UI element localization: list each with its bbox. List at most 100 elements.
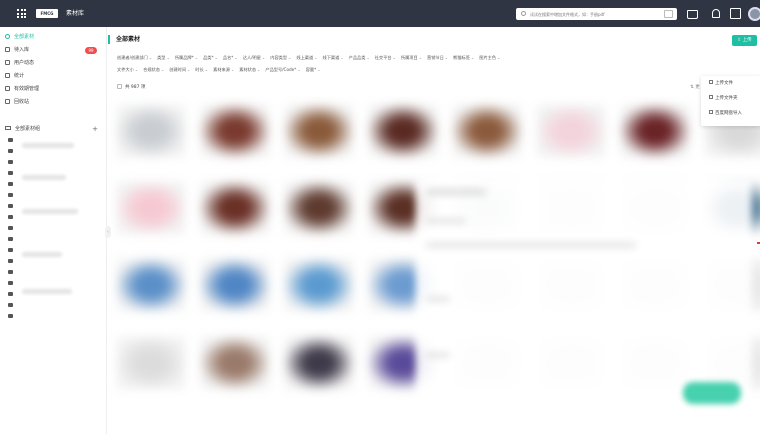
sidebar-item-pending[interactable]: 待入库 99 bbox=[5, 45, 101, 56]
search-input[interactable] bbox=[530, 10, 656, 18]
sort-toggle[interactable]: ⇅ 更 bbox=[690, 83, 700, 93]
search-box[interactable] bbox=[516, 8, 677, 20]
blurred-confirm-button bbox=[683, 382, 741, 404]
upload-menu-label: 上传文件 bbox=[715, 81, 733, 86]
chevron-down-icon: ⌄ bbox=[392, 55, 396, 60]
tree-item[interactable] bbox=[8, 236, 78, 244]
panel-line bbox=[426, 243, 636, 247]
add-library-button[interactable]: + bbox=[92, 124, 98, 134]
filter-dropdown[interactable]: 社交平台⌄ bbox=[375, 52, 396, 64]
filter-label: 熊猫标签 bbox=[453, 55, 470, 60]
sidebar-item-label: 全部素材 bbox=[14, 34, 35, 40]
upload-file-item[interactable]: 上传文件 bbox=[709, 79, 733, 89]
asset-thumbnail[interactable] bbox=[537, 105, 605, 157]
filter-label: 产品品类 bbox=[348, 55, 366, 60]
filter-dropdown[interactable]: 创建者/创建部门⌄ bbox=[117, 52, 152, 64]
image-search-icon[interactable] bbox=[664, 10, 673, 18]
filter-dropdown[interactable]: 品名*⌄ bbox=[223, 52, 238, 64]
asset-thumbnail[interactable] bbox=[285, 337, 353, 389]
tree-item[interactable] bbox=[8, 269, 78, 277]
filter-dropdown[interactable]: 达人/明星⌄ bbox=[243, 52, 266, 64]
asset-thumbnail[interactable] bbox=[453, 105, 521, 157]
sidebar-item-all-assets[interactable]: 全部素材 bbox=[5, 32, 101, 43]
select-all-checkbox[interactable] bbox=[117, 84, 122, 89]
folder-icon bbox=[8, 226, 13, 230]
filter-dropdown[interactable]: 内容类型⌄ bbox=[270, 52, 291, 64]
filter-dropdown[interactable]: 图片主色⌄ bbox=[479, 52, 500, 64]
chevron-down-icon: ⌄ bbox=[497, 55, 501, 60]
library-label: 全部素材组 bbox=[15, 126, 41, 132]
filter-dropdown[interactable]: 熊猫标签⌄ bbox=[453, 52, 474, 64]
search-icon bbox=[521, 11, 526, 16]
asset-thumbnail[interactable] bbox=[117, 259, 185, 311]
sidebar-item-activity[interactable]: 用户动态 bbox=[5, 58, 101, 69]
filter-dropdown[interactable]: 营销节日⌄ bbox=[427, 52, 448, 64]
upload-button[interactable]: ⇧ 上传 bbox=[732, 35, 757, 46]
asset-thumbnail[interactable] bbox=[117, 105, 185, 157]
filter-dropdown[interactable]: 产品型号/Code*⌄ bbox=[265, 64, 300, 76]
filter-dropdown[interactable]: 产品品类⌄ bbox=[349, 52, 370, 64]
filter-dropdown[interactable]: 容量*⌄ bbox=[306, 64, 321, 76]
folder-icon bbox=[8, 138, 13, 142]
chevron-down-icon: ⌄ bbox=[230, 67, 235, 72]
app-logo: FMCG bbox=[36, 9, 58, 18]
filter-dropdown[interactable]: 时长⌄ bbox=[195, 64, 208, 76]
filter-dropdown[interactable]: 所属品牌*⌄ bbox=[175, 52, 198, 64]
upload-menu-label: 上传文件夹 bbox=[715, 96, 738, 101]
chevron-down-icon: ⌄ bbox=[194, 55, 199, 60]
upload-button-label: 上传 bbox=[742, 38, 752, 43]
asset-thumbnail[interactable] bbox=[201, 337, 269, 389]
tree-item[interactable] bbox=[8, 181, 78, 189]
avatar[interactable] bbox=[748, 7, 760, 21]
filter-dropdown[interactable]: 类型⌄ bbox=[157, 52, 170, 64]
tree-item[interactable] bbox=[8, 302, 78, 310]
tree-item[interactable] bbox=[8, 192, 78, 200]
asset-thumbnail[interactable] bbox=[285, 182, 353, 234]
asset-thumbnail[interactable] bbox=[201, 259, 269, 311]
filter-dropdown[interactable]: 素材来源⌄ bbox=[213, 64, 234, 76]
asset-thumbnail[interactable] bbox=[117, 337, 185, 389]
filter-dropdown[interactable]: 线上渠道⌄ bbox=[296, 52, 317, 64]
chevron-down-icon: ⌄ bbox=[160, 67, 165, 72]
filter-dropdown[interactable]: 所属项目⌄ bbox=[401, 52, 422, 64]
asset-thumbnail[interactable] bbox=[285, 105, 353, 157]
filter-dropdown[interactable]: 线下渠道⌄ bbox=[323, 52, 344, 64]
sidebar-item-trash[interactable]: 回收站 bbox=[5, 97, 101, 108]
tree-item[interactable] bbox=[8, 159, 78, 167]
panel-line bbox=[426, 297, 450, 301]
upload-folder-item[interactable]: 上传文件夹 bbox=[709, 94, 738, 104]
sidebar-item-expiry[interactable]: 有效期管理 bbox=[5, 84, 101, 95]
tree-item[interactable] bbox=[8, 313, 78, 321]
tree-item[interactable] bbox=[8, 225, 78, 233]
grid-menu-icon[interactable] bbox=[17, 9, 26, 18]
chevron-down-icon: ⌄ bbox=[470, 55, 475, 60]
asset-thumbnail[interactable] bbox=[201, 105, 269, 157]
sidebar-item-stats[interactable]: 统计 bbox=[5, 71, 101, 82]
box-icon[interactable] bbox=[730, 8, 741, 19]
bag-icon[interactable] bbox=[687, 10, 698, 19]
filter-label: 产品型号/Code* bbox=[265, 67, 297, 72]
filter-dropdown[interactable]: 文件大小⌄ bbox=[117, 64, 138, 76]
filter-dropdown[interactable]: 品类*⌄ bbox=[203, 52, 218, 64]
filter-dropdown[interactable]: 合规状态⌄ bbox=[143, 64, 164, 76]
bell-icon[interactable] bbox=[710, 8, 721, 19]
main-content: 全部素材 ⇧ 上传 创建者/创建部门⌄ 类型⌄ 所属品牌*⌄ 品类*⌄ 品名*⌄ 达人/明… bbox=[108, 27, 760, 434]
top-bar: FMCG 素材库 bbox=[0, 0, 760, 27]
blurred-tree-label bbox=[22, 289, 72, 294]
page-title: 全部素材 bbox=[108, 35, 140, 44]
chevron-down-icon: ⌄ bbox=[204, 67, 209, 72]
asset-thumbnail[interactable] bbox=[369, 105, 437, 157]
blurred-tree-label bbox=[22, 175, 66, 180]
asset-thumbnail[interactable] bbox=[201, 182, 269, 234]
baidu-import-item[interactable]: 百度网盘导入 bbox=[709, 109, 742, 119]
asset-library-header[interactable]: 全部素材组 + bbox=[5, 124, 101, 134]
filter-dropdown[interactable]: 创建时间⌄ bbox=[169, 64, 190, 76]
tree-item[interactable] bbox=[8, 214, 78, 222]
tree-item[interactable] bbox=[8, 148, 78, 156]
tree-item[interactable] bbox=[8, 280, 78, 288]
tree-item[interactable] bbox=[8, 258, 78, 266]
asset-thumbnail[interactable] bbox=[621, 105, 689, 157]
filter-dropdown[interactable]: 素材状态⌄ bbox=[239, 64, 260, 76]
asset-thumbnail[interactable] bbox=[117, 182, 185, 234]
asset-thumbnail[interactable] bbox=[285, 259, 353, 311]
